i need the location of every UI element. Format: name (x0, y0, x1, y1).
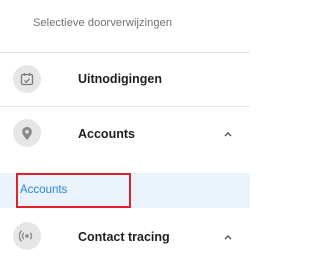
nav-item-uitnodigingen[interactable]: Uitnodigingen (0, 55, 250, 103)
calendar-check-icon (13, 65, 41, 93)
signal-waves-icon (13, 222, 41, 250)
nav-item-label: Uitnodigingen (78, 72, 163, 86)
nav-item-contact-tracing[interactable]: Contact tracing (0, 214, 250, 262)
nav-item-accounts[interactable]: Accounts (0, 112, 250, 160)
sub-item-label: Accounts (20, 184, 68, 196)
nav-item-label: Accounts (78, 127, 135, 141)
side-navigation: Selectieve doorverwijzingen Uitnodiginge… (0, 0, 250, 263)
chevron-up-icon[interactable] (222, 232, 234, 242)
location-pin-icon (13, 119, 41, 147)
section-header: Selectieve doorverwijzingen (33, 17, 173, 29)
nav-item-label: Contact tracing (78, 230, 170, 244)
sub-item-accounts[interactable]: Accounts (0, 173, 250, 208)
chevron-up-icon[interactable] (222, 129, 234, 139)
divider (0, 106, 250, 107)
divider (0, 52, 250, 53)
